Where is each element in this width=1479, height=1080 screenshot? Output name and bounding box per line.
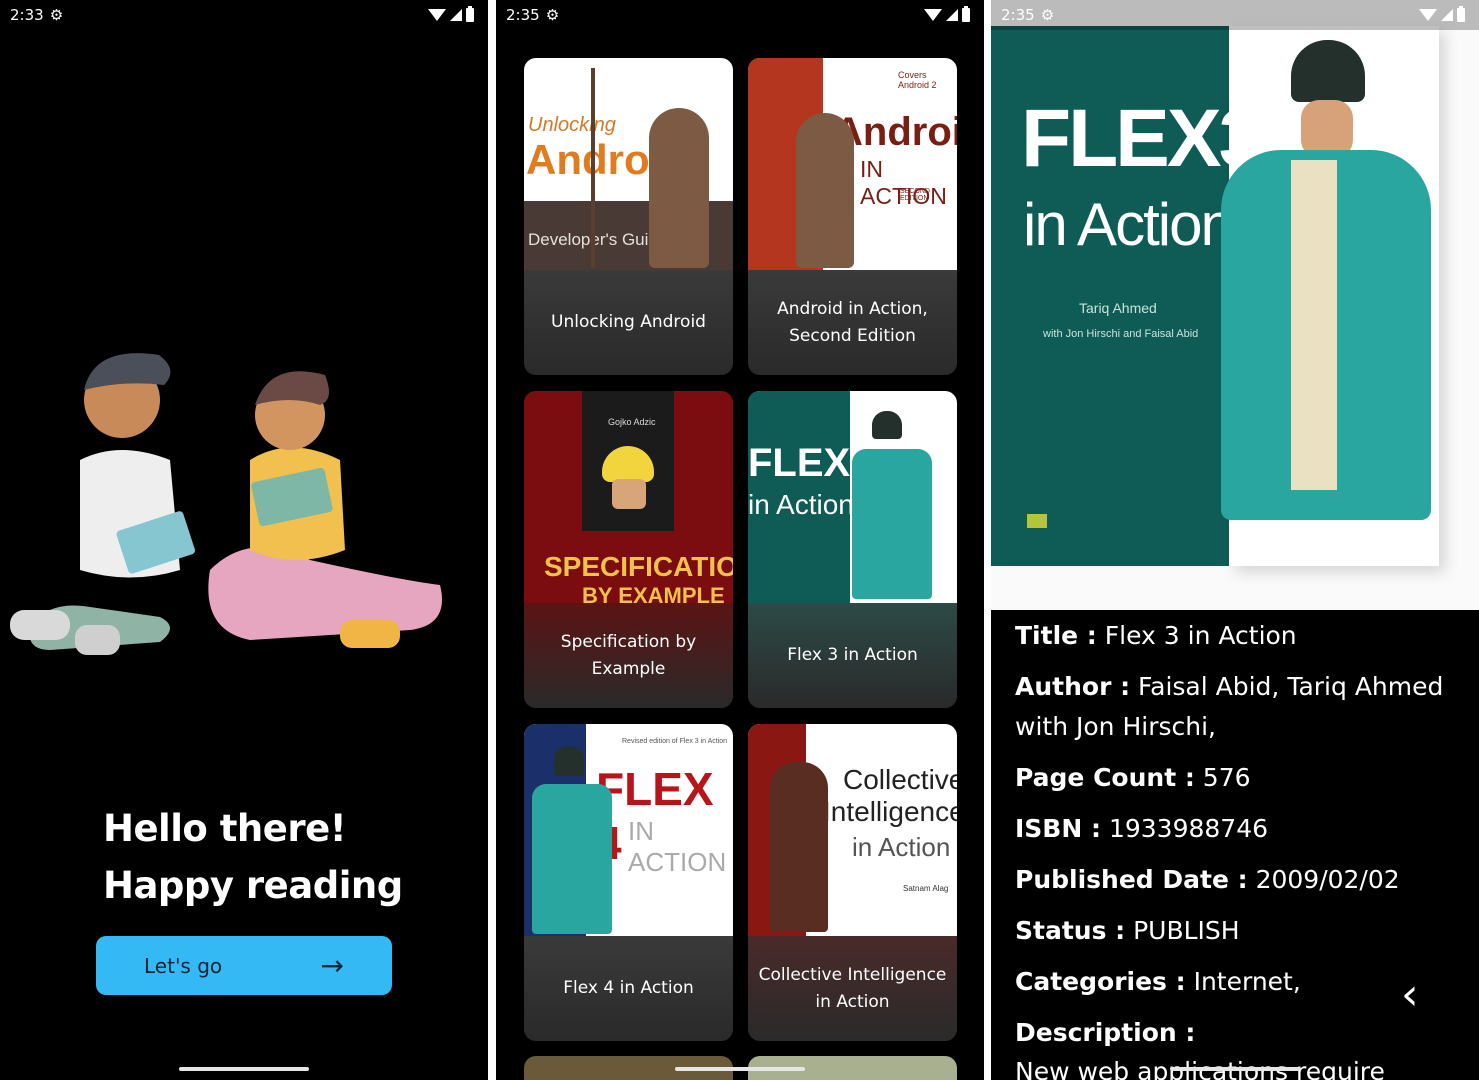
detail-key: Status :	[1015, 916, 1126, 945]
home-indicator[interactable]	[179, 1067, 309, 1071]
book-cover: Revised edition of Flex 3 in Action FLEX…	[524, 724, 733, 936]
book-cover: Gojko Adzic SPECIFICATION BY EXAMPLE	[524, 391, 733, 603]
book-card[interactable]: Revised edition of Flex 3 in Action FLEX…	[524, 724, 733, 1041]
cover-text: Revised edition of Flex 3 in Action	[622, 738, 728, 745]
book-cover: Unlocking Android Developer's Guide	[524, 58, 733, 270]
status-bar: 2:35 ⚙	[991, 0, 1479, 30]
detail-value: 2009/02/02	[1247, 865, 1400, 894]
detail-key: Page Count :	[1015, 763, 1195, 792]
status-time: 2:33	[10, 6, 44, 24]
book-cover: Collective Intelligence in Action Satnam…	[748, 724, 957, 936]
detail-title: Title : Flex 3 in Action	[1015, 616, 1459, 656]
cover-text: Covers Android 2	[898, 70, 937, 90]
detail-author: Author : Faisal Abid, Tariq Ahmed with J…	[1015, 667, 1459, 747]
detail-isbn: ISBN : 1933988746	[1015, 809, 1459, 849]
book-title: Android in Action, Second Edition	[748, 270, 957, 375]
cover-title: FLEX3	[1021, 93, 1264, 184]
signal-icon	[946, 9, 958, 21]
cover-text: BY EXAMPLE	[582, 583, 725, 603]
battery-icon	[466, 6, 474, 22]
lets-go-button[interactable]: Let's go →	[96, 936, 392, 995]
cover-text: Satnam Alag	[903, 884, 949, 893]
greeting-line-2: Happy reading	[103, 864, 403, 907]
book-title: Unlocking Android	[524, 270, 733, 375]
book-card[interactable]: Unlocking Android Developer's Guide Unlo…	[524, 58, 733, 375]
book-card[interactable]: Collective Intelligence in Action Satnam…	[748, 724, 957, 1041]
battery-icon	[1457, 6, 1465, 22]
cover-text: in Action	[852, 832, 951, 862]
cover-subtitle: in Action	[1023, 191, 1234, 258]
detail-key: Description :	[1015, 1018, 1196, 1047]
book-card[interactable]: Gojko Adzic SPECIFICATION BY EXAMPLE Spe…	[524, 391, 733, 708]
cover-text: SPECIFICATION	[544, 551, 733, 582]
greeting-line-1: Hello there!	[103, 807, 347, 850]
settings-gear-icon: ⚙	[545, 6, 560, 24]
detail-status: Status : PUBLISH	[1015, 911, 1459, 951]
book-details: Title : Flex 3 in Action Author : Faisal…	[1015, 616, 1459, 1080]
cover-author: Tariq Ahmed	[1079, 300, 1157, 316]
detail-key: Title :	[1015, 621, 1097, 650]
detail-page-count: Page Count : 576	[1015, 758, 1459, 798]
cover-text: Intelligence	[823, 796, 957, 827]
detail-key: Author :	[1015, 672, 1131, 701]
book-title: Specification by Example	[524, 603, 733, 708]
cover-text: IN ACTION	[628, 816, 727, 877]
detail-key: ISBN :	[1015, 814, 1101, 843]
welcome-screen: 2:33 ⚙ Hello there! Happy reading Let's …	[0, 0, 488, 1080]
detail-value: Flex 3 in Action	[1096, 621, 1297, 650]
greeting-heading: Hello there! Happy reading	[103, 800, 403, 914]
wifi-icon	[428, 9, 446, 21]
book-cover: FLEX3 in Action	[748, 391, 957, 603]
settings-gear-icon: ⚙	[49, 6, 64, 24]
book-cover-large: FLEX3 in Action Tariq Ahmed with Jon Hir…	[991, 0, 1479, 610]
book-detail-screen: FLEX3 in Action Tariq Ahmed with Jon Hir…	[991, 0, 1479, 1080]
detail-description: Description :	[1015, 1013, 1459, 1053]
book-cover: Covers Android 2 Android IN ACTION SECON…	[748, 58, 957, 270]
wifi-icon	[1419, 9, 1437, 21]
cover-author-secondary: with Jon Hirschi and Faisal Abid	[1043, 328, 1199, 340]
detail-key: Published Date :	[1015, 865, 1248, 894]
status-time: 2:35	[1001, 6, 1035, 24]
detail-value: 1933988746	[1101, 814, 1269, 843]
book-title: Flex 3 in Action	[748, 603, 957, 708]
signal-icon	[1441, 9, 1453, 21]
settings-gear-icon: ⚙	[1040, 6, 1055, 24]
detail-value: PUBLISH	[1125, 916, 1240, 945]
book-card[interactable]: FLEX3 in Action Flex 3 in Action	[748, 391, 957, 708]
home-indicator[interactable]	[675, 1067, 805, 1071]
status-bar: 2:35 ⚙	[496, 0, 984, 30]
back-chevron-left-icon[interactable]: ‹	[1401, 970, 1441, 1020]
home-indicator[interactable]	[1170, 1067, 1300, 1071]
book-title: Collective Intelligence in Action	[748, 936, 957, 1041]
detail-categories: Categories : Internet,	[1015, 962, 1459, 1002]
book-card[interactable]: Covers Android 2 Android IN ACTION SECON…	[748, 58, 957, 375]
detail-key: Categories :	[1015, 967, 1186, 996]
cover-text: in Action	[748, 489, 854, 520]
signal-icon	[450, 9, 462, 21]
cover-text: Collective	[843, 764, 957, 795]
book-list-screen: 2:35 ⚙ Unlocking Android Developer's Gui…	[496, 0, 984, 1080]
cover-text: Gojko Adzic	[608, 417, 656, 427]
detail-published-date: Published Date : 2009/02/02	[1015, 860, 1459, 900]
cover-text: SECOND EDITION	[900, 188, 930, 202]
detail-value: Internet,	[1185, 967, 1301, 996]
cover-text: Unlocking	[528, 114, 616, 136]
wifi-icon	[924, 9, 942, 21]
lets-go-label: Let's go	[144, 953, 223, 978]
reading-couple-illustration	[10, 353, 442, 655]
book-title: Flex 4 in Action	[524, 936, 733, 1041]
status-time: 2:35	[506, 6, 540, 24]
arrow-right-icon: →	[320, 948, 344, 982]
battery-icon	[962, 6, 970, 22]
description-text: New web applications require	[1015, 1057, 1385, 1080]
status-bar: 2:33 ⚙	[0, 0, 488, 30]
cover-text: Developer's Guide	[528, 230, 668, 249]
detail-value: 576	[1194, 763, 1251, 792]
